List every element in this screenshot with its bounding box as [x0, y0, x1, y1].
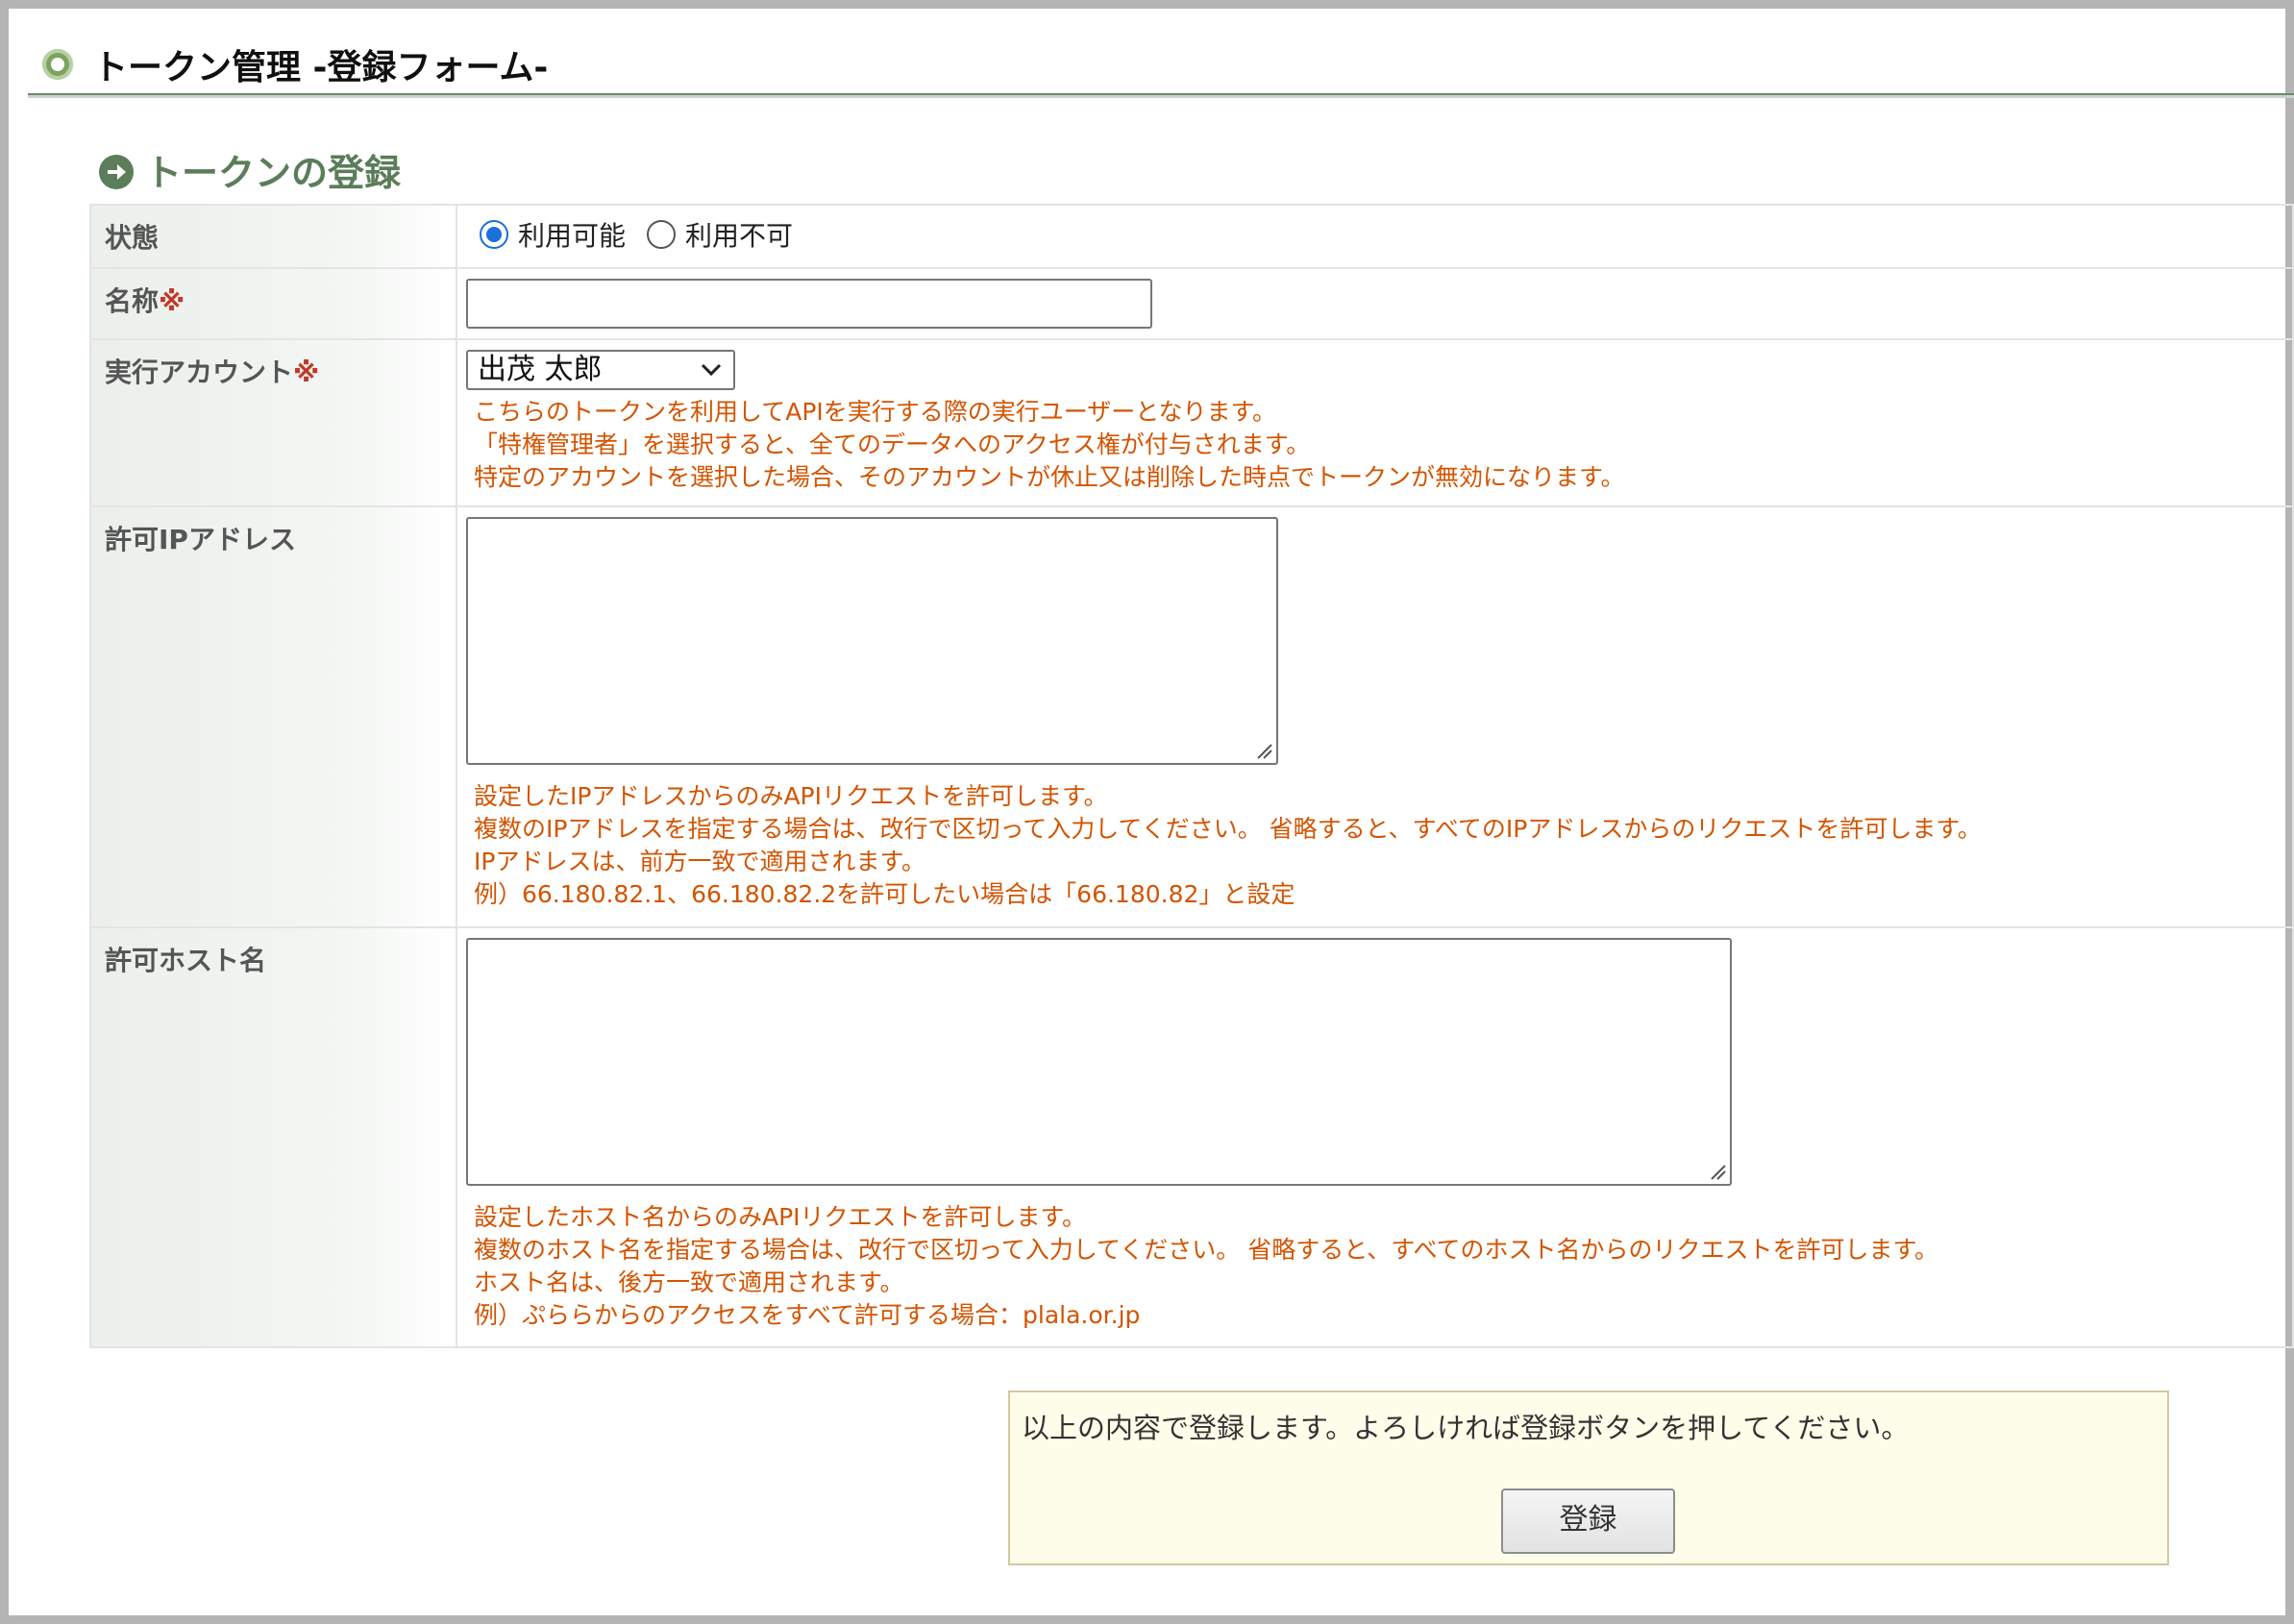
account-row: 実行アカウント※ 出茂 太郎 こちらのトークンを利用してAPIを実行する際の実行… [89, 338, 2294, 507]
status-available-radio[interactable] [480, 220, 508, 249]
status-label: 状態 [89, 204, 457, 269]
page-title: トークン管理 -登録フォーム- [93, 48, 549, 87]
page-frame: トークン管理 -登録フォーム- トークンの登録 状態 利用可能 利用不可 名称※… [0, 0, 2294, 1624]
arrow-right-circle-icon [99, 155, 134, 189]
allowed-host-textarea[interactable] [466, 938, 1732, 1186]
allowed-host-notes: 設定したホスト名からのみAPIリクエストを許可します。 複数のホスト名を指定する… [474, 1203, 1938, 1329]
name-field [456, 267, 2294, 340]
allowed-ip-label: 許可IPアドレス [89, 505, 457, 928]
allowed-ip-textarea[interactable] [466, 517, 1278, 765]
resize-grip-icon[interactable] [1708, 1162, 1727, 1181]
register-button[interactable]: 登録 [1501, 1489, 1675, 1554]
circle-bullet-icon [42, 49, 73, 80]
required-mark: ※ [159, 285, 185, 317]
name-row: 名称※ [89, 267, 2294, 340]
chevron-down-icon [701, 363, 722, 377]
resize-grip-icon[interactable] [1254, 741, 1273, 760]
allowed-host-row: 許可ホスト名 設定したホスト名からのみAPIリクエストを許可します。 複数のホス… [89, 926, 2294, 1348]
page-header: トークン管理 -登録フォーム- [28, 28, 2294, 95]
allowed-ip-row: 許可IPアドレス 設定したIPアドレスからのみAPIリクエストを許可します。 複… [89, 505, 2294, 928]
allowed-ip-field: 設定したIPアドレスからのみAPIリクエストを許可します。 複数のIPアドレスを… [456, 505, 2294, 928]
name-label: 名称※ [89, 267, 457, 340]
status-field: 利用可能 利用不可 [456, 204, 2294, 269]
allowed-ip-notes: 設定したIPアドレスからのみAPIリクエストを許可します。 複数のIPアドレスを… [474, 782, 1982, 908]
confirm-box: 以上の内容で登録します。よろしければ登録ボタンを押してください。 登録 [1008, 1390, 2169, 1565]
section-title: トークンの登録 [145, 152, 402, 194]
status-available-label[interactable]: 利用可能 [518, 215, 626, 254]
status-radio-group: 利用可能 利用不可 [466, 215, 2283, 254]
status-unavailable-label[interactable]: 利用不可 [685, 215, 793, 254]
account-notes: こちらのトークンを利用してAPIを実行する際の実行ユーザーとなります。 「特権管… [474, 398, 1625, 491]
allowed-host-label: 許可ホスト名 [89, 926, 457, 1348]
required-mark: ※ [293, 357, 320, 388]
account-select[interactable]: 出茂 太郎 [466, 350, 735, 390]
status-unavailable-radio[interactable] [647, 220, 677, 249]
account-label: 実行アカウント※ [89, 338, 457, 507]
confirm-message: 以上の内容で登録します。よろしければ登録ボタンを押してください。 [1022, 1412, 1910, 1444]
account-select-value: 出茂 太郎 [478, 353, 603, 386]
status-row: 状態 利用可能 利用不可 [89, 204, 2294, 269]
account-field: 出茂 太郎 こちらのトークンを利用してAPIを実行する際の実行ユーザーとなります… [456, 338, 2294, 507]
name-input[interactable] [466, 279, 1152, 329]
token-form-table: 状態 利用可能 利用不可 名称※ 実行アカウント※ 出茂 太郎 こちらのトークン… [89, 204, 2294, 1348]
allowed-host-field: 設定したホスト名からのみAPIリクエストを許可します。 複数のホスト名を指定する… [456, 926, 2294, 1348]
